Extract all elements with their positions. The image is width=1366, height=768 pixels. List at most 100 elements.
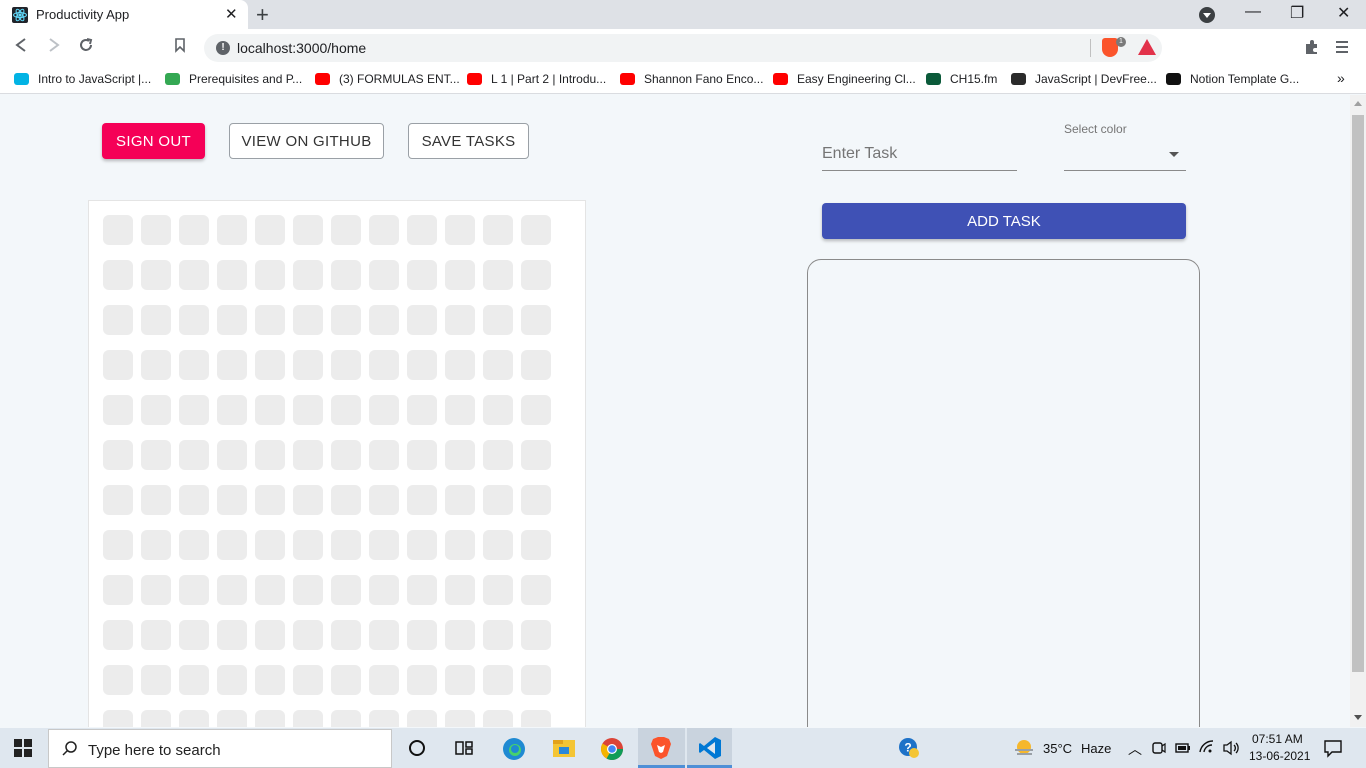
grid-cell[interactable] xyxy=(521,665,551,695)
grid-cell[interactable] xyxy=(331,665,361,695)
volume-icon[interactable] xyxy=(1222,740,1244,762)
close-window-button[interactable]: ✕ xyxy=(1337,3,1350,23)
grid-cell[interactable] xyxy=(445,350,475,380)
tab-search-icon[interactable] xyxy=(1199,7,1215,23)
grid-cell[interactable] xyxy=(103,485,133,515)
chrome-icon[interactable] xyxy=(600,737,623,760)
grid-cell[interactable] xyxy=(255,575,285,605)
weather-text[interactable]: Haze xyxy=(1081,741,1111,756)
bookmarks-overflow-icon[interactable]: » xyxy=(1337,70,1345,86)
page-scrollbar[interactable] xyxy=(1350,95,1366,727)
grid-cell[interactable] xyxy=(521,305,551,335)
grid-cell[interactable] xyxy=(293,530,323,560)
grid-cell[interactable] xyxy=(407,350,437,380)
grid-cell[interactable] xyxy=(217,710,247,727)
grid-cell[interactable] xyxy=(103,260,133,290)
grid-cell[interactable] xyxy=(407,440,437,470)
address-bar[interactable]: ! localhost:3000/home 1 xyxy=(204,34,1162,62)
grid-cell[interactable] xyxy=(445,440,475,470)
grid-cell[interactable] xyxy=(179,215,209,245)
grid-cell[interactable] xyxy=(445,710,475,727)
grid-cell[interactable] xyxy=(255,395,285,425)
grid-cell[interactable] xyxy=(331,530,361,560)
grid-cell[interactable] xyxy=(255,350,285,380)
grid-cell[interactable] xyxy=(255,530,285,560)
grid-cell[interactable] xyxy=(255,440,285,470)
grid-cell[interactable] xyxy=(217,485,247,515)
grid-cell[interactable] xyxy=(407,395,437,425)
grid-cell[interactable] xyxy=(407,710,437,727)
grid-cell[interactable] xyxy=(255,710,285,727)
tab-close-icon[interactable]: ✕ xyxy=(225,5,238,23)
grid-cell[interactable] xyxy=(331,215,361,245)
grid-cell[interactable] xyxy=(255,215,285,245)
clock-date[interactable]: 13-06-2021 xyxy=(1249,749,1310,763)
grid-cell[interactable] xyxy=(141,485,171,515)
bookmark-item[interactable]: Notion Template G... xyxy=(1190,72,1299,86)
grid-cell[interactable] xyxy=(369,620,399,650)
grid-cell[interactable] xyxy=(103,440,133,470)
grid-cell[interactable] xyxy=(293,215,323,245)
url-text[interactable]: localhost:3000/home xyxy=(237,40,366,56)
grid-cell[interactable] xyxy=(445,530,475,560)
menu-icon[interactable] xyxy=(1336,39,1348,60)
grid-cell[interactable] xyxy=(255,485,285,515)
grid-cell[interactable] xyxy=(407,215,437,245)
grid-cell[interactable] xyxy=(483,260,513,290)
grid-cell[interactable] xyxy=(331,395,361,425)
grid-cell[interactable] xyxy=(141,260,171,290)
grid-cell[interactable] xyxy=(369,260,399,290)
grid-cell[interactable] xyxy=(179,350,209,380)
bookmark-item[interactable]: Easy Engineering Cl... xyxy=(797,72,916,86)
grid-cell[interactable] xyxy=(103,305,133,335)
bookmark-item[interactable]: Intro to JavaScript |... xyxy=(38,72,151,86)
grid-cell[interactable] xyxy=(369,350,399,380)
scrollbar-thumb[interactable] xyxy=(1352,115,1364,672)
notifications-icon[interactable] xyxy=(1323,738,1345,760)
bookmark-item[interactable]: CH15.fm xyxy=(950,72,997,86)
grid-cell[interactable] xyxy=(483,710,513,727)
grid-cell[interactable] xyxy=(141,440,171,470)
sign-out-button[interactable]: SIGN OUT xyxy=(102,123,205,159)
grid-cell[interactable] xyxy=(103,710,133,727)
grid-cell[interactable] xyxy=(369,305,399,335)
forward-icon[interactable] xyxy=(47,37,61,58)
grid-cell[interactable] xyxy=(445,620,475,650)
grid-cell[interactable] xyxy=(217,620,247,650)
save-tasks-button[interactable]: SAVE TASKS xyxy=(408,123,529,159)
wifi-icon[interactable] xyxy=(1199,740,1221,762)
task-view-icon[interactable] xyxy=(453,737,475,759)
grid-cell[interactable] xyxy=(141,575,171,605)
grid-cell[interactable] xyxy=(521,215,551,245)
brave-browser-icon[interactable] xyxy=(650,736,672,759)
grid-cell[interactable] xyxy=(521,485,551,515)
grid-cell[interactable] xyxy=(293,260,323,290)
grid-cell[interactable] xyxy=(179,305,209,335)
back-icon[interactable] xyxy=(14,37,28,58)
grid-cell[interactable] xyxy=(483,395,513,425)
grid-cell[interactable] xyxy=(293,350,323,380)
grid-cell[interactable] xyxy=(179,530,209,560)
bookmark-icon[interactable] xyxy=(174,37,186,58)
battery-icon[interactable] xyxy=(1175,741,1197,763)
grid-cell[interactable] xyxy=(445,575,475,605)
grid-cell[interactable] xyxy=(331,485,361,515)
bookmark-item[interactable]: Prerequisites and P... xyxy=(189,72,302,86)
weather-haze-icon[interactable] xyxy=(1012,737,1034,759)
grid-cell[interactable] xyxy=(103,530,133,560)
scroll-up-icon[interactable] xyxy=(1354,101,1362,106)
reload-icon[interactable] xyxy=(78,37,94,58)
color-select[interactable] xyxy=(1064,139,1186,171)
grid-cell[interactable] xyxy=(445,215,475,245)
grid-cell[interactable] xyxy=(521,530,551,560)
grid-cell[interactable] xyxy=(407,620,437,650)
grid-cell[interactable] xyxy=(141,395,171,425)
grid-cell[interactable] xyxy=(179,485,209,515)
grid-cell[interactable] xyxy=(141,665,171,695)
bookmark-item[interactable]: (3) FORMULAS ENT... xyxy=(339,72,460,86)
grid-cell[interactable] xyxy=(407,485,437,515)
grid-cell[interactable] xyxy=(255,305,285,335)
task-field[interactable] xyxy=(822,139,1017,171)
grid-cell[interactable] xyxy=(217,440,247,470)
grid-cell[interactable] xyxy=(445,305,475,335)
